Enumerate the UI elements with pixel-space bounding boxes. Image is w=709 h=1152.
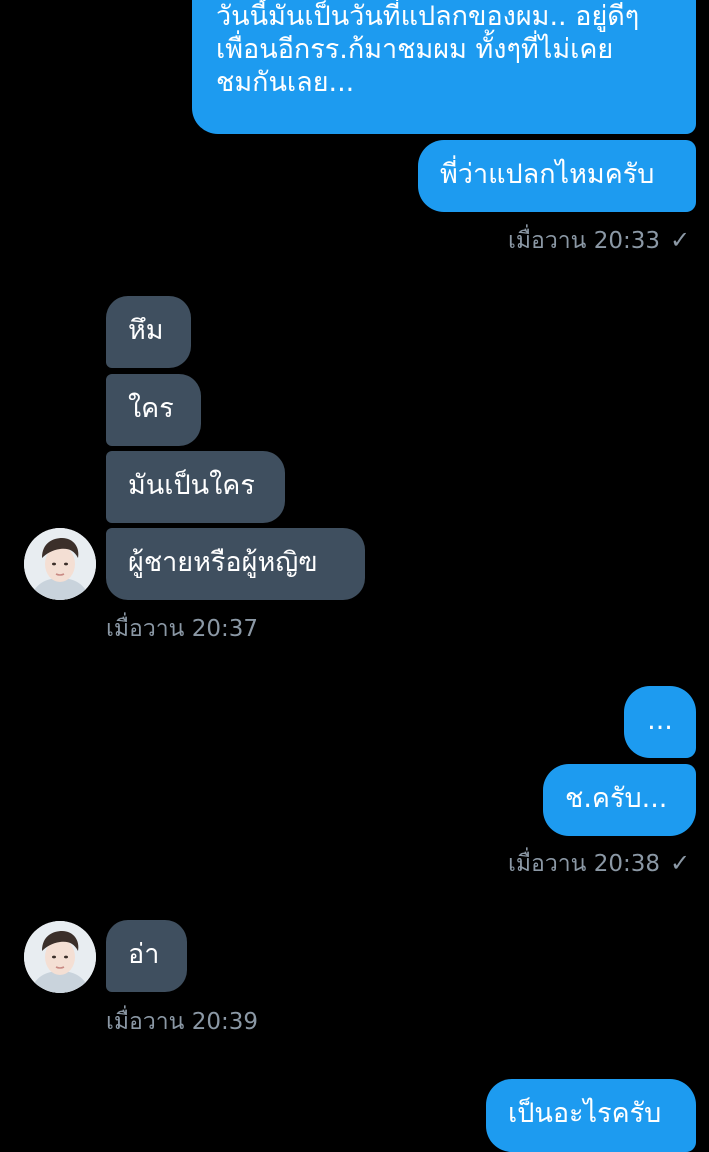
sent-message[interactable]: ... (624, 686, 696, 758)
message-timestamp: เมื่อวาน 20:38 ✓ (508, 849, 690, 878)
message-timestamp: เมื่อวาน 20:37 (106, 615, 258, 643)
check-icon: ✓ (669, 226, 691, 254)
message-text: อ่า (128, 939, 160, 970)
avatar-photo (24, 921, 96, 993)
received-message[interactable]: อ่า (106, 920, 187, 992)
timestamp-text: เมื่อวาน 20:37 (106, 616, 258, 642)
message-timestamp: เมื่อวาน 20:33 ✓ (508, 226, 690, 255)
message-text: มันเป็นใคร (128, 470, 255, 501)
message-text: เป็นอะไรครับ (508, 1098, 662, 1129)
avatar-photo (24, 528, 96, 600)
message-text-line: ชมกันเลย... (216, 67, 355, 98)
check-icon: ✓ (669, 849, 691, 877)
sent-message[interactable]: เป็นอะไรครับ (486, 1079, 696, 1152)
timestamp-text: เมื่อวาน 20:33 (508, 228, 660, 254)
sent-message[interactable]: ช.ครับ... (543, 764, 696, 836)
message-text: ช.ครับ... (565, 783, 668, 814)
message-text-line: วันนี้มันเป็นวันที่แปลกของผม.. อยู่ดีๆ (216, 1, 640, 32)
chat-thread: วันนี้มันเป็นวันที่แปลกของผม.. อยู่ดีๆ เ… (0, 0, 709, 1152)
message-text: ผู้ชายหรือผู้หญิฃ (128, 547, 318, 578)
received-message[interactable]: มันเป็นใคร (106, 451, 285, 523)
message-timestamp: เมื่อวาน 20:39 (106, 1008, 258, 1036)
received-message[interactable]: ผู้ชายหรือผู้หญิฃ (106, 528, 365, 600)
sent-message[interactable]: พี่ว่าแปลกไหมครับ (418, 140, 696, 212)
avatar[interactable] (24, 528, 96, 600)
sent-message[interactable]: วันนี้มันเป็นวันที่แปลกของผม.. อยู่ดีๆ เ… (192, 0, 696, 134)
message-text: ... (647, 705, 673, 736)
received-message[interactable]: ใคร (106, 374, 201, 446)
timestamp-text: เมื่อวาน 20:38 (508, 851, 660, 877)
received-message[interactable]: หึม (106, 296, 191, 368)
message-text: พี่ว่าแปลกไหมครับ (440, 159, 655, 190)
message-text: ใคร (128, 393, 174, 424)
message-text: หึม (128, 315, 164, 346)
timestamp-text: เมื่อวาน 20:39 (106, 1009, 258, 1035)
avatar[interactable] (24, 921, 96, 993)
message-text-line: เพื่อนอีกรร.ก้มาชมผม ทั้งๆที่ไม่เคย (216, 34, 614, 65)
